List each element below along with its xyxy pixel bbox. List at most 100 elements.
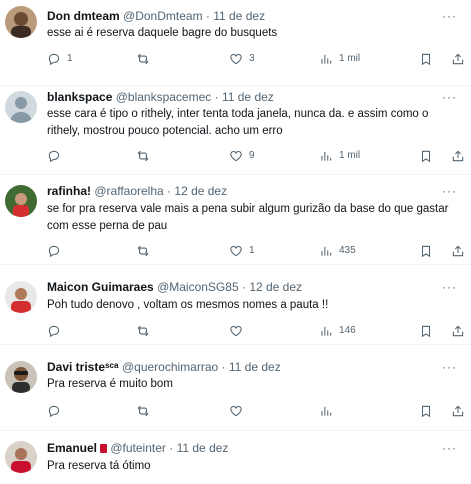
tweet-item[interactable]: Don dmteam @DonDmteam · 11 de dez ··· es… [0,0,471,86]
share-button[interactable] [451,243,465,259]
views-icon [319,404,333,418]
views-count: 435 [339,245,356,256]
more-options-button[interactable]: ··· [442,441,457,455]
heart-icon [229,244,243,258]
bookmark-button[interactable] [419,403,433,419]
retweet-button[interactable] [136,323,156,339]
views-button[interactable] [319,403,339,419]
bookmark-button[interactable] [419,323,433,339]
bookmark-button[interactable] [419,243,433,259]
like-button[interactable]: 1 [229,243,255,259]
tweet-item[interactable]: Davi tristeˢᶜᵃ @querochimarrao · 11 de d… [0,345,471,431]
retweet-icon [136,324,150,338]
retweet-button[interactable] [136,243,156,259]
reply-button[interactable]: 1 [47,51,73,67]
bookmark-icon [419,324,433,338]
tweet-text: Poh tudo denovo , voltam os mesmos nomes… [47,299,329,311]
tweet-text: esse ai é reserva daquele bagre do busqu… [47,27,278,39]
timestamp[interactable]: 11 de dez [177,441,229,455]
reply-button[interactable] [47,403,67,419]
share-button[interactable] [451,403,465,419]
separator: · [221,360,226,374]
timestamp[interactable]: 12 de dez [174,184,227,198]
views-count: 1 mil [339,150,361,161]
reply-button[interactable] [47,243,67,259]
reply-icon [47,149,61,163]
bookmark-icon [419,244,433,258]
share-button[interactable] [451,51,465,67]
tweet-item[interactable]: Emanuel @futeinter · 11 de dez ··· Pra r… [0,431,471,484]
tweet-text: esse cara é tipo o rithely, inter tenta … [47,108,429,137]
user-handle[interactable]: @blankspacemec [116,90,212,104]
views-button[interactable]: 1 mil [319,51,360,67]
timestamp[interactable]: 11 de dez [229,360,281,374]
retweet-icon [136,244,150,258]
tweet-item[interactable]: Maicon Guimaraes @MaiconSG85 · 12 de dez… [0,265,471,345]
avatar[interactable] [5,361,37,393]
action-bar: 1 435 [47,243,464,259]
avatar[interactable] [5,281,37,313]
views-button[interactable]: 1 mil [319,148,360,164]
more-options-button[interactable]: ··· [442,184,457,198]
retweet-icon [136,52,150,66]
bookmark-button[interactable] [419,51,433,67]
timestamp[interactable]: 11 de dez [213,9,265,23]
separator: · [214,90,219,104]
like-button[interactable]: 9 [229,148,255,164]
heart-icon [229,149,243,163]
heart-icon [229,404,243,418]
reply-icon [47,404,61,418]
user-name[interactable]: rafinha! [47,184,91,198]
share-button[interactable] [451,323,465,339]
avatar[interactable] [5,185,37,217]
retweet-button[interactable] [136,148,156,164]
tweet-header: Maicon Guimaraes @MaiconSG85 · 12 de dez [47,280,441,295]
views-count: 146 [339,325,356,336]
user-handle[interactable]: @raffaorelha [94,184,163,198]
more-options-button[interactable]: ··· [442,9,457,23]
more-options-button[interactable]: ··· [442,280,457,294]
retweet-button[interactable] [136,403,156,419]
user-handle[interactable]: @querochimarrao [122,360,218,374]
timestamp[interactable]: 12 de dez [249,280,302,294]
user-name[interactable]: blankspace [47,90,112,104]
user-name[interactable]: Emanuel [47,441,97,455]
retweet-button[interactable] [136,51,156,67]
tweet-item[interactable]: blankspace @blankspacemec · 11 de dez ··… [0,86,471,175]
avatar[interactable] [5,6,37,38]
user-name[interactable]: Maicon Guimaraes [47,280,154,294]
user-name[interactable]: Davi tristeˢᶜᵃ [47,360,119,374]
user-name[interactable]: Don dmteam [47,9,120,23]
avatar[interactable] [5,91,37,123]
more-options-button[interactable]: ··· [442,360,457,374]
reply-button[interactable] [47,323,67,339]
share-icon [451,404,465,418]
like-button[interactable] [229,403,249,419]
avatar[interactable] [5,441,37,473]
like-button[interactable] [229,323,249,339]
user-handle[interactable]: @DonDmteam [123,9,203,23]
separator: · [205,9,210,23]
user-handle[interactable]: @futeinter [110,441,166,455]
views-button[interactable]: 435 [319,243,356,259]
tweet-header: Don dmteam @DonDmteam · 11 de dez [47,9,441,24]
heart-icon [229,324,243,338]
more-options-button[interactable]: ··· [442,90,457,104]
share-button[interactable] [451,148,465,164]
tweet-item[interactable]: rafinha! @raffaorelha · 12 de dez ··· se… [0,175,471,265]
reply-icon [47,244,61,258]
bookmark-button[interactable] [419,148,433,164]
retweet-icon [136,149,150,163]
views-icon [319,244,333,258]
views-button[interactable]: 146 [319,323,356,339]
views-icon [319,324,333,338]
separator: · [169,441,174,455]
user-handle[interactable]: @MaiconSG85 [157,280,239,294]
like-button[interactable]: 3 [229,51,255,67]
retweet-icon [136,404,150,418]
bookmark-icon [419,149,433,163]
reply-button[interactable] [47,148,67,164]
timestamp[interactable]: 11 de dez [222,90,274,104]
views-icon [319,52,333,66]
like-count: 9 [249,150,255,161]
